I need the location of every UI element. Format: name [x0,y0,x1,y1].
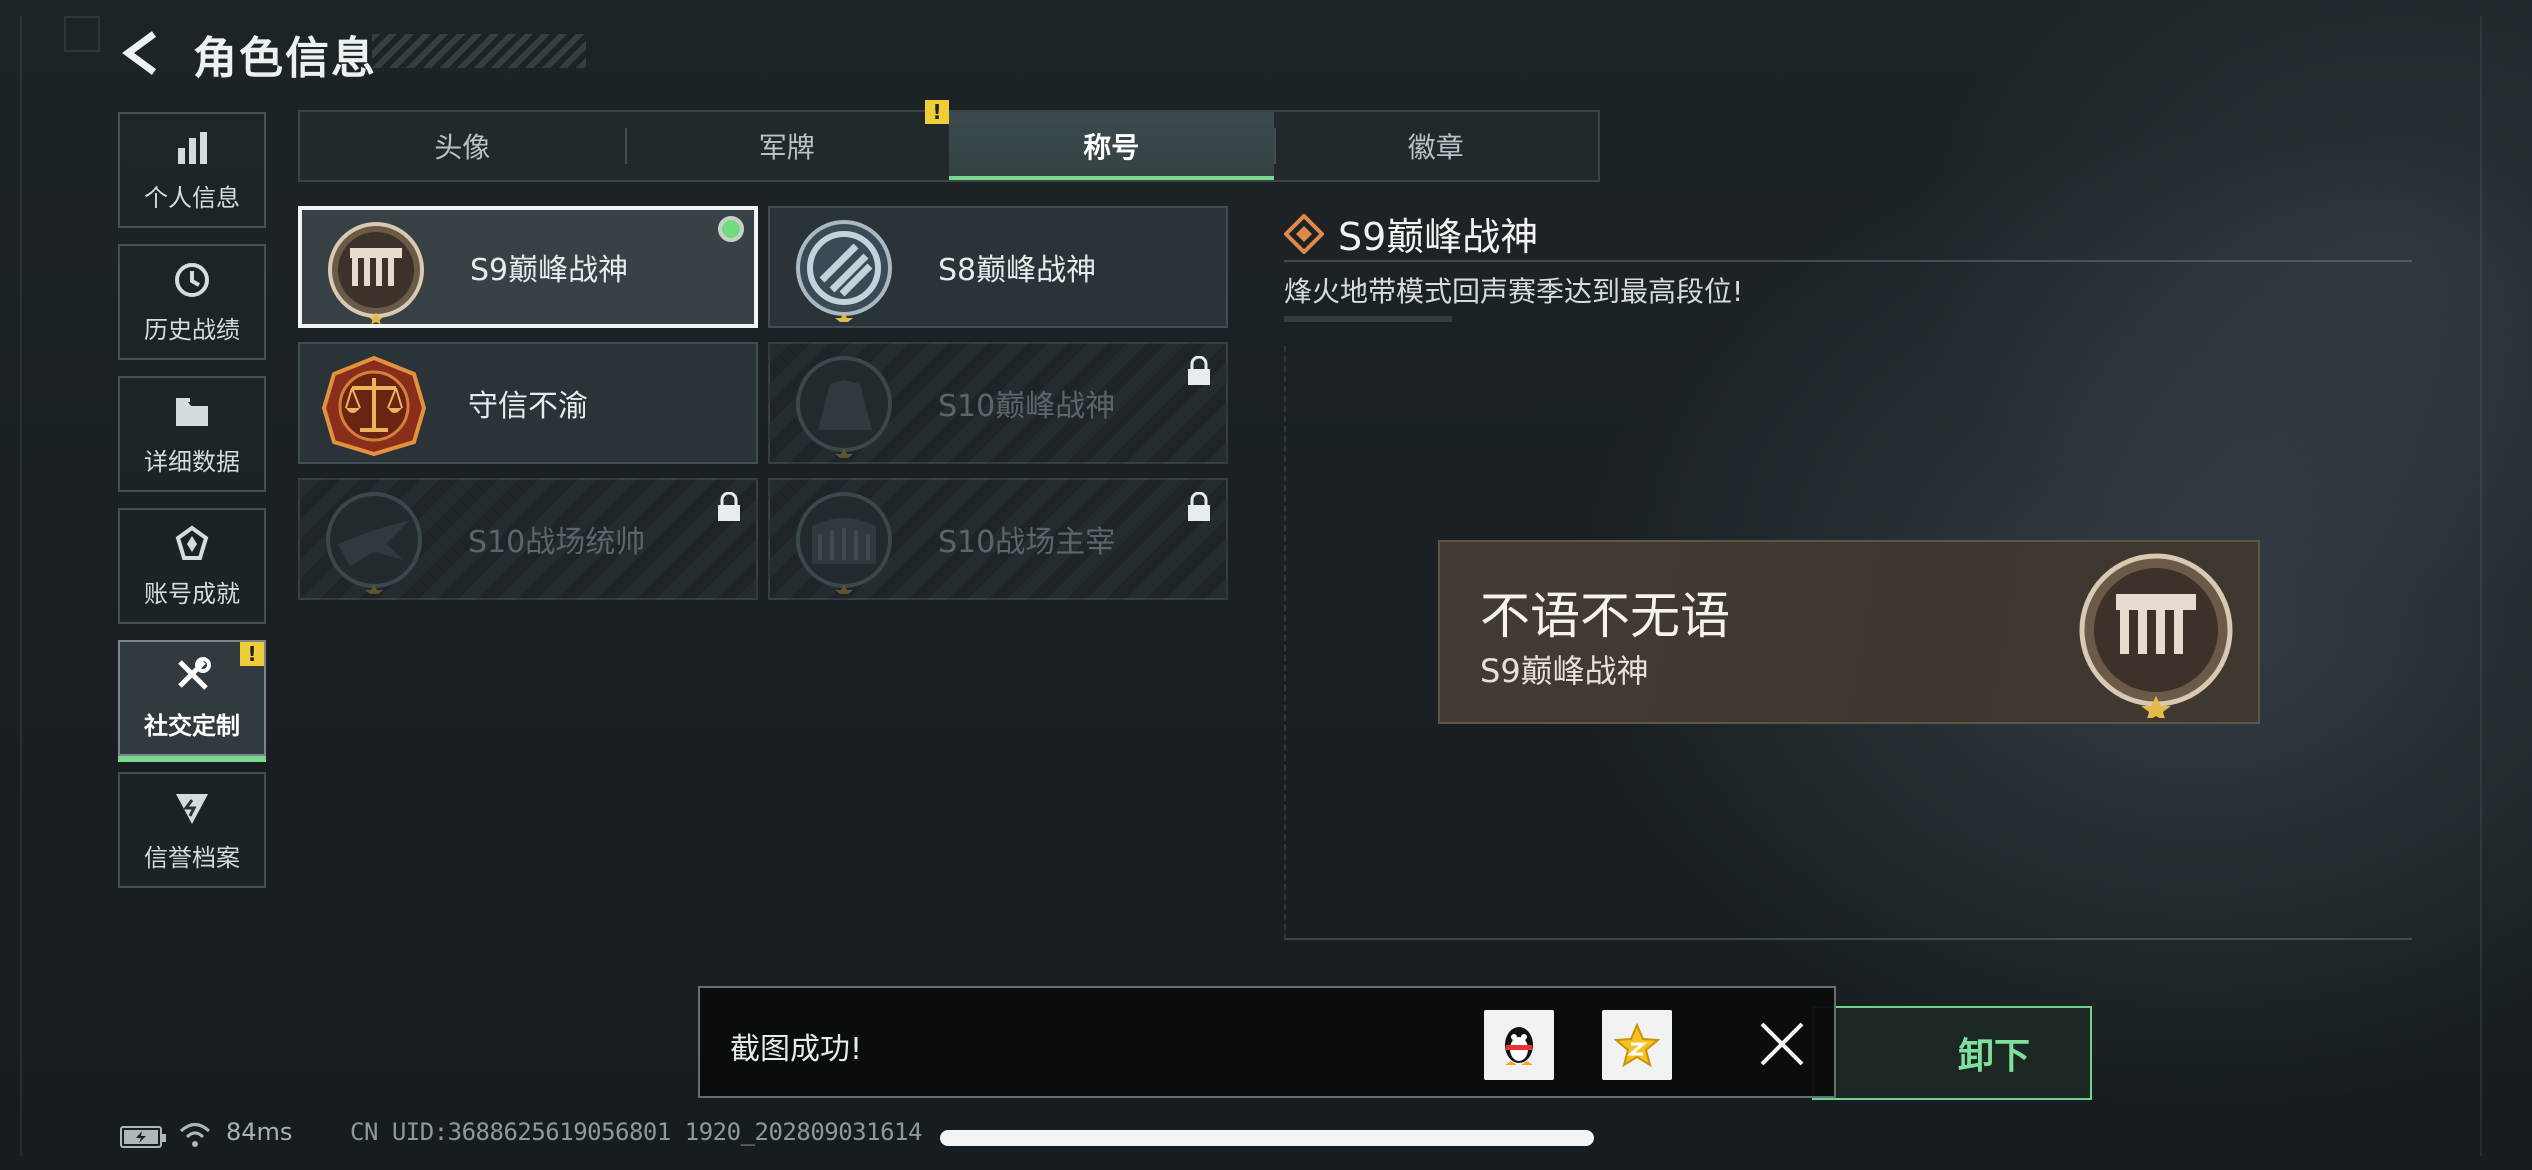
s8-medal-icon [796,220,892,322]
nameplate-preview: 不语不无语 S9巅峰战神 [1438,540,2260,724]
scales-medal-icon [321,355,427,457]
s9-medal-icon [2079,553,2233,718]
title-name: S10战场主宰 [938,525,1116,560]
tools-icon [178,656,211,690]
sidebar-item-history[interactable]: 历史战绩 [118,244,266,360]
share-qzone-button[interactable] [1602,1010,1672,1080]
fine-print [1284,316,1452,322]
title-card-s8[interactable]: S8巅峰战神 [768,206,1228,328]
s10-dominator-medal-icon [796,492,892,594]
battery-icon [120,1126,166,1148]
screenshot-toast: 截图成功! [698,986,1836,1098]
s9-medal-icon [328,222,424,324]
qzone-star-icon [1614,1022,1660,1068]
ping-value: 84ms [226,1118,293,1146]
unequip-button[interactable]: 卸下 [1812,1006,2092,1100]
detail-header: S9巅峰战神 [1284,206,1538,261]
sidebar-item-reputation[interactable]: 信誉档案 [118,772,266,888]
close-icon[interactable] [1754,1016,1810,1072]
tab-badge[interactable]: 徽章 [1273,112,1599,180]
toast-message: 截图成功! [730,1032,863,1067]
tab-avatar[interactable]: 头像 [300,112,625,180]
title-name: 守信不渝 [468,389,588,424]
sidebar-item-achievements[interactable]: 账号成就 [118,508,266,624]
sidebar-item-label: 账号成就 [144,579,240,608]
divider [1284,260,2412,262]
detail-description: 烽火地带模式回声赛季达到最高段位! [1284,275,1744,308]
plate-title: S9巅峰战神 [1480,652,1649,690]
tab-title[interactable]: 称号 [949,112,1274,180]
frame-line [20,16,22,1156]
diamond-icon [1284,213,1324,254]
tab-dogtag[interactable]: 军牌 ! [624,100,949,180]
title-card-s9[interactable]: S9巅峰战神 [298,206,758,328]
page-title: 角色信息 [193,33,377,84]
share-qq-button[interactable] [1484,1010,1554,1080]
title-name: S9巅峰战神 [470,253,629,288]
title-name: S10巅峰战神 [938,389,1116,424]
title-card-trustworthy[interactable]: 守信不渝 [298,342,758,464]
player-name: 不语不无语 [1480,587,1730,645]
wifi-icon [179,1123,211,1147]
sidebar-item-label: 历史战绩 [144,315,240,344]
equipped-indicator [718,216,744,242]
lock-icon [1188,356,1210,385]
title-name: S10战场统帅 [468,525,646,560]
tab-label: 称号 [1083,131,1140,164]
title-name: S8巅峰战神 [938,253,1097,288]
home-indicator[interactable] [940,1130,1594,1146]
sidebar-item-social-custom[interactable]: 社交定制 ! [118,640,266,762]
sidebar-item-detailed-data[interactable]: 详细数据 [118,376,266,492]
bar-chart-icon [178,131,207,164]
lock-icon [1188,492,1210,521]
back-arrow-icon[interactable] [118,28,168,78]
sidebar-item-label: 个人信息 [144,183,240,212]
title-decoration [372,34,586,68]
title-card-s10-commander[interactable]: S10战场统帅 [298,478,758,600]
warning-badge: ! [925,100,949,124]
history-clock-icon [175,262,209,297]
title-card-s10-dominator[interactable]: S10战场主宰 [768,478,1228,600]
qq-penguin-icon [1505,1027,1533,1065]
tab-label: 头像 [434,131,491,164]
title-card-s10-peak[interactable]: S10巅峰战神 [768,342,1228,464]
detail-title: S9巅峰战神 [1338,215,1539,259]
folder-icon [176,397,208,426]
achievement-icon [175,525,209,560]
s10-peak-medal-icon [796,356,892,458]
sidebar-item-personal-info[interactable]: 个人信息 [118,112,266,228]
s10-commander-medal-icon [326,492,422,594]
frame-line [2480,16,2482,1156]
tab-bar: 头像 军牌 ! 称号 徽章 [298,100,1600,182]
frame-corner [64,16,100,52]
user-uid: CN UID:3688625619056801 1920_20280903161… [350,1118,922,1146]
sidebar-item-label: 信誉档案 [144,843,240,872]
reputation-icon [176,793,208,824]
tab-label: 徽章 [1407,131,1464,164]
warning-badge: ! [240,642,264,666]
sidebar-item-label: 详细数据 [144,447,240,476]
sidebar-item-label: 社交定制 [144,711,240,740]
lock-icon [718,492,740,521]
tab-label: 军牌 [758,131,815,164]
